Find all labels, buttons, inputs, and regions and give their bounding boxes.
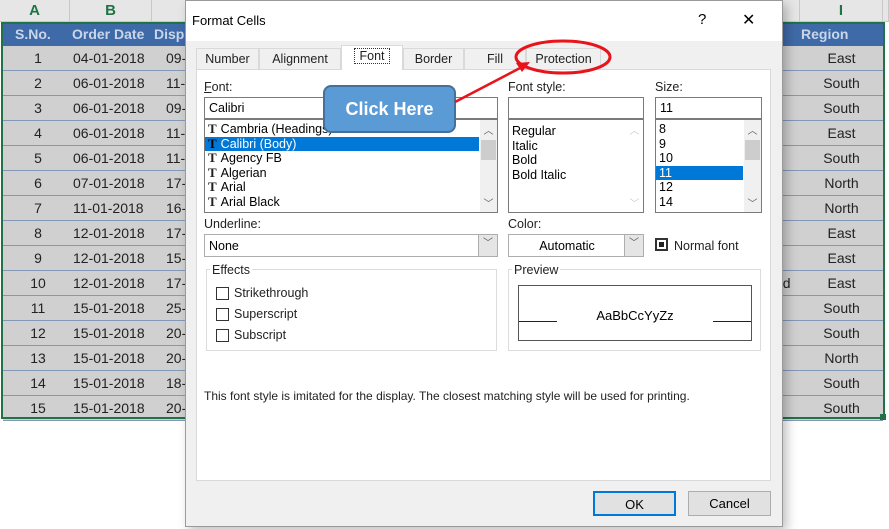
tab-font[interactable]: Font (341, 45, 403, 70)
annotation-overlay (454, 39, 612, 104)
highlight-ellipse (514, 39, 612, 75)
tab-font-label: Font (354, 48, 390, 64)
arrow-line (454, 65, 523, 104)
